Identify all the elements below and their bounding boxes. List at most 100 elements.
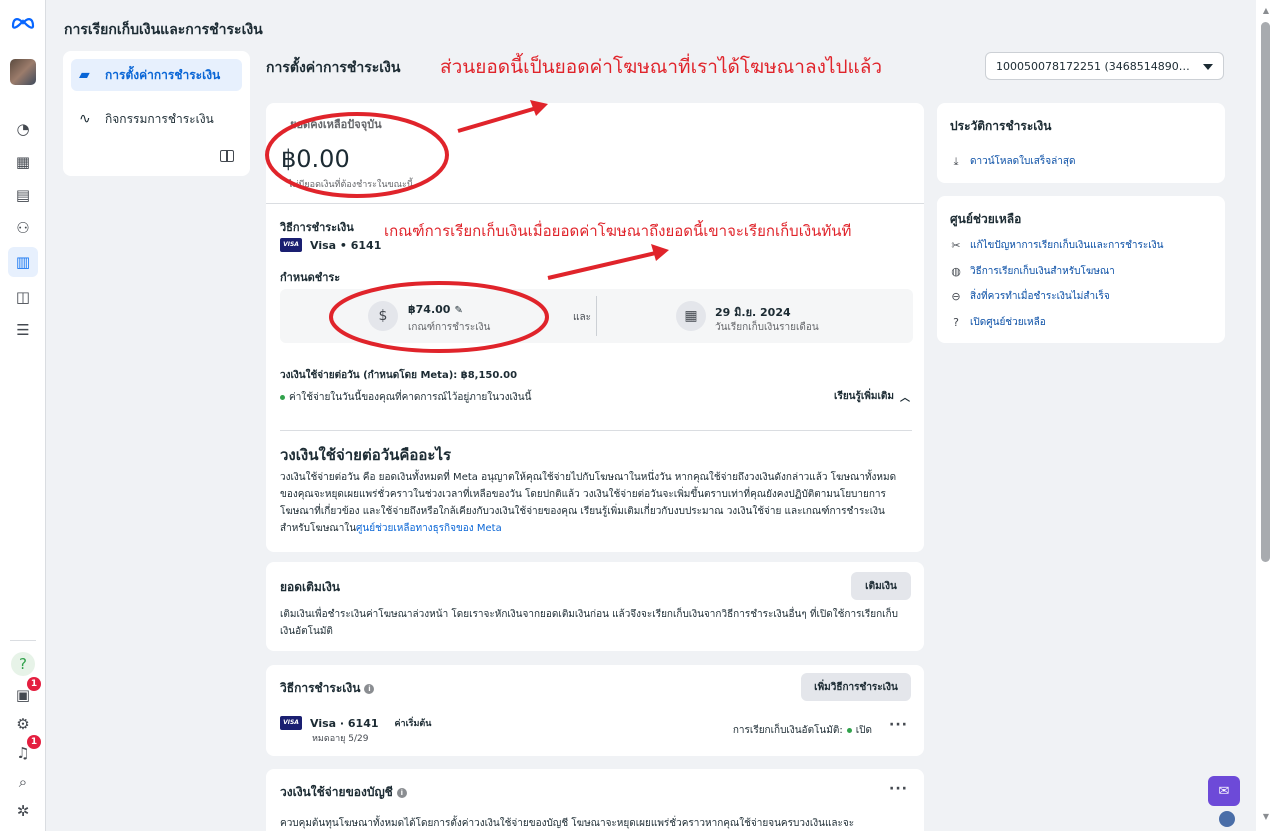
due-box: $ ฿74.00 ✎ เกณฑ์การชำระเงิน และ ▦ 29 มิ.ย… bbox=[280, 289, 913, 343]
catalog-icon[interactable]: ◫ bbox=[11, 285, 35, 309]
prepaid-body: เติมเงินเพื่อชำระเงินค่าโฆษณาล่วงหน้า โด… bbox=[280, 609, 898, 637]
audience-icon[interactable]: ⚇ bbox=[11, 216, 35, 240]
auto-billing-status: การเรียกเก็บเงินอัตโนมัติ: เปิด bbox=[733, 723, 872, 738]
learn-more-toggle[interactable]: เรียนรู้เพิ่มเติม ︿ bbox=[834, 389, 910, 404]
section-title: การตั้งค่าการชำระเงิน bbox=[266, 60, 401, 76]
divider bbox=[266, 203, 924, 204]
meta-logo-icon[interactable] bbox=[10, 14, 36, 30]
search-icon[interactable]: ⌕ bbox=[11, 770, 35, 794]
balance-subtext: ไม่มียอดเงินที่ต้องชำระในขณะนี้ bbox=[288, 180, 413, 190]
billing-nav: ▰ การตั้งค่าการชำระเงิน ∿ กิจกรรมการชำระ… bbox=[63, 51, 250, 176]
annotation-middle: เกณฑ์การเรียกเก็บเงินเมื่อยอดค่าโฆษณาถึง… bbox=[384, 222, 852, 240]
account-limit-body: ควบคุมต้นทุนโฆษณาทั้งหมดได้โดยการตั้งค่า… bbox=[280, 818, 855, 829]
business-help-center-link[interactable]: ศูนย์ช่วยเหลือทางธุรกิจของ Meta bbox=[356, 523, 502, 534]
status-dot-icon bbox=[846, 728, 852, 733]
info-icon[interactable]: i bbox=[396, 787, 407, 798]
account-limit-title-text: วงเงินใช้จ่ายของบัญชี bbox=[280, 785, 393, 799]
download-receipt-label: ดาวน์โหลดใบเสร็จล่าสุด bbox=[970, 156, 1076, 167]
and-text: และ bbox=[573, 312, 591, 323]
visa-card-icon: VISA bbox=[280, 716, 302, 730]
pencil-edit-icon[interactable]: ✎ bbox=[454, 305, 462, 316]
help-link-open-center[interactable]: ? เปิดศูนย์ช่วยเหลือ bbox=[950, 315, 1046, 330]
balance-amount: ฿0.00 bbox=[281, 145, 350, 173]
bug-report-icon[interactable]: ✲ bbox=[11, 799, 35, 823]
help-link-payment-failed[interactable]: ⊖ สิ่งที่ควรทำเมื่อชำระเงินไม่สำเร็จ bbox=[950, 289, 1110, 304]
scroll-down-icon[interactable]: ▼ bbox=[1263, 812, 1269, 821]
notifications-bell-icon[interactable]: ♫ 1 bbox=[11, 735, 41, 765]
daily-note: ค่าใช้จ่ายในวันนี้ของคุณที่คาดการณ์ไว้อย… bbox=[280, 390, 531, 405]
info-icon[interactable]: i bbox=[364, 683, 375, 694]
question-circle-icon: ? bbox=[953, 316, 959, 329]
scroll-thumb[interactable] bbox=[1261, 22, 1270, 562]
help-link-label: เปิดศูนย์ช่วยเหลือ bbox=[970, 317, 1046, 328]
minus-circle-icon: ⊖ bbox=[951, 290, 961, 303]
help-link-label: สิ่งที่ควรทำเมื่อชำระเงินไม่สำเร็จ bbox=[970, 291, 1110, 302]
help-link-label: วิธีการเรียกเก็บเงินสำหรับโฆษณา bbox=[970, 266, 1115, 277]
dollar-coin-icon: $ bbox=[368, 301, 398, 331]
account-spending-limit-card: วงเงินใช้จ่ายของบัญชี i ··· ควบคุมต้นทุนโ… bbox=[266, 769, 924, 831]
payment-method-label: วิธีการชำระเงิน bbox=[280, 221, 354, 234]
menu-icon[interactable]: ☰ bbox=[11, 318, 35, 342]
help-link-troubleshoot[interactable]: ✂ แก้ไขปัญหาการเรียกเก็บเงินและการชำระเง… bbox=[950, 238, 1163, 253]
vertical-divider bbox=[596, 296, 597, 336]
payment-history-card: ประวัติการชำระเงิน ⤓ ดาวน์โหลดใบเสร็จล่า… bbox=[937, 103, 1225, 183]
download-receipt-link[interactable]: ⤓ ดาวน์โหลดใบเสร็จล่าสุด bbox=[950, 154, 1076, 169]
account-limit-title: วงเงินใช้จ่ายของบัญชี i bbox=[280, 783, 407, 802]
nav-payment-settings-label: การตั้งค่าการชำระเงิน bbox=[105, 67, 221, 82]
help-title: ศูนย์ช่วยเหลือ bbox=[950, 212, 1022, 226]
account-select[interactable]: 100050078172251 (346851489003095) bbox=[985, 52, 1224, 80]
add-payment-method-button[interactable]: เพิ่มวิธีการชำระเงิน bbox=[801, 673, 911, 701]
help-center-card: ศูนย์ช่วยเหลือ ✂ แก้ไขปัญหาการเรียกเก็บเ… bbox=[937, 196, 1225, 343]
billing-date-value: 29 มิ.ย. 2024 bbox=[715, 306, 791, 319]
annotation-top: ส่วนยอดนี้เป็นยอดค่าโฆษณาที่เราได้โฆษณาล… bbox=[440, 56, 883, 78]
what-is-daily-limit-title: วงเงินใช้จ่ายต่อวันคืออะไร bbox=[280, 446, 452, 464]
card-stack-icon: ▰ bbox=[79, 67, 90, 83]
notifications-badge: 1 bbox=[27, 735, 41, 749]
card-expiry: หมดอายุ 5/29 bbox=[312, 734, 369, 744]
avatar[interactable] bbox=[10, 59, 36, 85]
document-icon[interactable]: ▤ bbox=[11, 183, 35, 207]
billing-date-subtext: วันเรียกเก็บเงินรายเดือน bbox=[715, 322, 819, 333]
table-icon[interactable]: ▦ bbox=[11, 150, 35, 174]
page-title: การเรียกเก็บเงินและการชำระเงิน bbox=[64, 22, 263, 38]
balance-label: ยอดคงเหลือปัจจุบัน bbox=[290, 118, 382, 131]
payment-methods-card: วิธีการชำระเงิน i เพิ่มวิธีการชำระเงิน VI… bbox=[266, 665, 924, 756]
threshold-value[interactable]: ฿74.00 ✎ bbox=[408, 303, 463, 316]
nav-payment-settings[interactable]: ▰ การตั้งค่าการชำระเงิน bbox=[71, 59, 242, 91]
payment-method-entry: VISA Visa · 6141 ค่าเริ่มต้น bbox=[280, 716, 432, 730]
add-funds-button[interactable]: เติมเงิน bbox=[851, 572, 911, 600]
download-icon: ⤓ bbox=[953, 154, 959, 168]
overview-icon[interactable]: ◔ bbox=[11, 117, 35, 141]
payment-method-row: VISA Visa • 6141 bbox=[280, 238, 381, 252]
chat-support-icon[interactable]: ✉ bbox=[1208, 776, 1240, 806]
collapse-panel-icon[interactable] bbox=[220, 150, 234, 162]
nav-payment-activity[interactable]: ∿ กิจกรรมการชำระเงิน bbox=[71, 103, 242, 135]
help-link-how-billing[interactable]: ◍ วิธีการเรียกเก็บเงินสำหรับโฆษณา bbox=[950, 264, 1115, 279]
account-select-value: 100050078172251 (346851489003095) bbox=[996, 59, 1196, 73]
due-label: กำหนดชำระ bbox=[280, 271, 341, 284]
billing-icon[interactable]: ▥ bbox=[8, 247, 38, 277]
globe-icon[interactable] bbox=[1219, 811, 1235, 827]
default-tag: ค่าเริ่มต้น bbox=[394, 716, 432, 730]
daily-limit: วงเงินใช้จ่ายต่อวัน (กำหนดโดย Meta): ฿8,… bbox=[280, 370, 518, 381]
scroll-up-icon[interactable]: ▲ bbox=[1263, 6, 1269, 15]
help-icon[interactable]: ? bbox=[11, 652, 35, 676]
payment-method-card: Visa • 6141 bbox=[310, 238, 382, 252]
prepaid-title: ยอดเติมเงิน bbox=[280, 580, 340, 594]
auto-billing-label: การเรียกเก็บเงินอัตโนมัติ: bbox=[732, 725, 843, 736]
settings-gear-icon[interactable]: ⚙ bbox=[11, 712, 35, 736]
what-is-daily-limit-body: วงเงินใช้จ่ายต่อวัน คือ ยอดเงินทั้งหมดที… bbox=[280, 469, 910, 537]
inbox-icon[interactable]: ▣ 1 bbox=[11, 677, 41, 707]
nav-payment-activity-label: กิจกรรมการชำระเงิน bbox=[105, 111, 214, 126]
auto-billing-value: เปิด bbox=[855, 725, 872, 736]
visa-card-icon: VISA bbox=[280, 238, 302, 252]
left-rail: ◔ ▦ ▤ ⚇ ▥ ◫ ☰ ? ▣ 1 ⚙ ♫ 1 ⌕ ✲ bbox=[0, 0, 46, 831]
payment-methods-title-text: วิธีการชำระเงิน bbox=[280, 681, 361, 695]
tools-icon: ✂ bbox=[951, 239, 961, 252]
more-options-icon[interactable]: ··· bbox=[889, 781, 908, 797]
history-title: ประวัติการชำระเงิน bbox=[950, 119, 1052, 133]
more-options-icon[interactable]: ··· bbox=[889, 717, 908, 733]
threshold-amount: ฿74.00 bbox=[408, 303, 451, 316]
scrollbar[interactable]: ▲ ▼ bbox=[1256, 0, 1274, 831]
learn-more-label: เรียนรู้เพิ่มเติม bbox=[834, 391, 894, 402]
